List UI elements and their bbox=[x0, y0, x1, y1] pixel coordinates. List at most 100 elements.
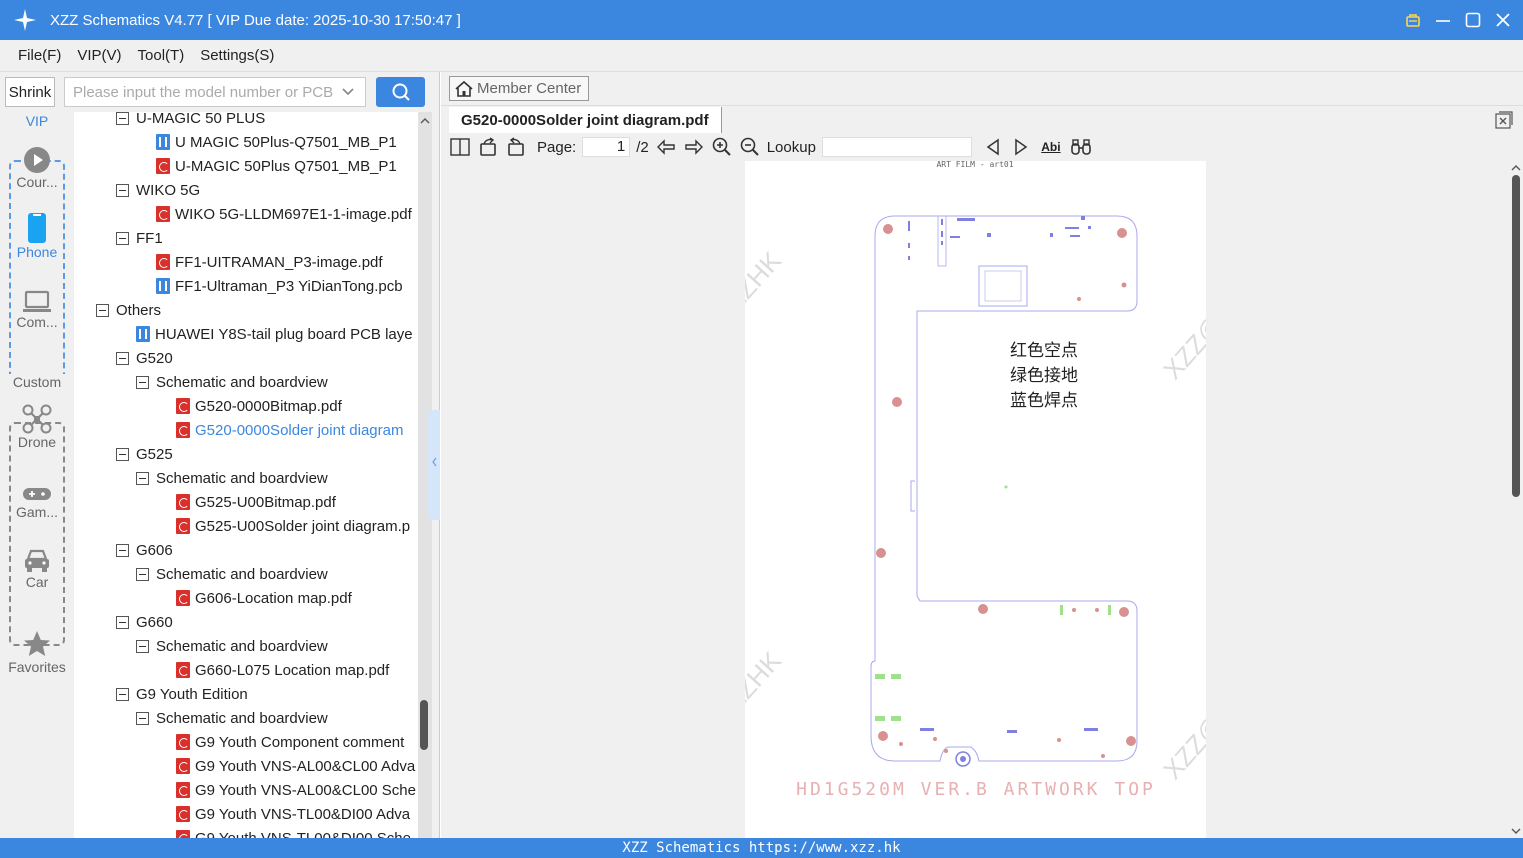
zoom-out-icon[interactable] bbox=[739, 136, 761, 158]
tree-item-label: U-MAGIC 50Plus Q7501_MB_P1 bbox=[175, 157, 397, 175]
tree-file[interactable]: WIKO 5G-LLDM697E1-1-image.pdf bbox=[156, 202, 412, 226]
menu-tool[interactable]: Tool(T) bbox=[130, 47, 193, 64]
tree-folder[interactable]: G520 bbox=[116, 346, 173, 370]
collapse-icon[interactable] bbox=[136, 567, 149, 581]
tree-file[interactable]: U MAGIC 50Plus-Q7501_MB_P1 bbox=[156, 130, 397, 154]
search-button[interactable] bbox=[376, 77, 425, 107]
document-viewer[interactable]: ART FILM - art01 XZZ@XZZHK XZZ@XZZHK XZZ… bbox=[441, 161, 1509, 838]
pdf-file-icon bbox=[176, 590, 190, 606]
tree-file[interactable]: G9 Youth VNS-AL00&CL00 Adva bbox=[176, 754, 415, 778]
zoom-in-icon[interactable] bbox=[711, 136, 733, 158]
tree-folder[interactable]: FF1 bbox=[116, 226, 163, 250]
tree-file[interactable]: G606-Location map.pdf bbox=[176, 586, 352, 610]
tree-file[interactable]: G520-0000Solder joint diagram bbox=[176, 418, 403, 442]
rotate-right-icon[interactable] bbox=[505, 136, 527, 158]
shrink-button[interactable]: Shrink bbox=[5, 77, 55, 107]
collapse-icon[interactable] bbox=[116, 447, 129, 461]
pdf-file-icon bbox=[176, 422, 190, 438]
tree-file[interactable]: G525-U00Solder joint diagram.p bbox=[176, 514, 410, 538]
member-center-label: Member Center bbox=[477, 80, 582, 97]
category-drone[interactable]: Drone bbox=[0, 400, 74, 450]
prev-page-icon[interactable] bbox=[655, 136, 677, 158]
lookup-input[interactable] bbox=[821, 137, 972, 157]
tree-folder[interactable]: U-MAGIC 50 PLUS bbox=[116, 112, 265, 130]
collapse-icon[interactable] bbox=[116, 183, 129, 197]
tree-folder[interactable]: Schematic and boardview bbox=[136, 634, 328, 658]
sidebar-toggle-icon[interactable] bbox=[449, 136, 471, 158]
collapse-icon[interactable] bbox=[96, 303, 109, 317]
tree-folder[interactable]: G660 bbox=[116, 610, 173, 634]
page-number-input[interactable]: 1 bbox=[582, 137, 631, 157]
menu-vip[interactable]: VIP(V) bbox=[69, 47, 129, 64]
find-prev-icon[interactable] bbox=[982, 136, 1004, 158]
tree-file[interactable]: G9 Youth Component comment bbox=[176, 730, 404, 754]
category-courses[interactable]: Cour... bbox=[0, 140, 74, 190]
tree-folder[interactable]: Schematic and boardview bbox=[136, 706, 328, 730]
collapse-icon[interactable] bbox=[116, 112, 129, 125]
tree-folder[interactable]: WIKO 5G bbox=[116, 178, 200, 202]
tree-folder[interactable]: Schematic and boardview bbox=[136, 466, 328, 490]
scroll-down-icon[interactable] bbox=[1509, 826, 1523, 838]
collapse-icon[interactable] bbox=[116, 351, 129, 365]
collapse-icon[interactable] bbox=[136, 639, 149, 653]
minimize-button[interactable] bbox=[1433, 10, 1453, 30]
collapse-icon[interactable] bbox=[136, 375, 149, 389]
member-center-button[interactable]: Member Center bbox=[449, 76, 589, 101]
tree-folder[interactable]: Others bbox=[96, 298, 161, 322]
menu-file[interactable]: File(F) bbox=[10, 47, 69, 64]
chevron-down-icon[interactable] bbox=[341, 85, 355, 103]
tree-file[interactable]: G9 Youth VNS-TL00&DI00 Sche bbox=[176, 826, 411, 838]
next-page-icon[interactable] bbox=[683, 136, 705, 158]
lock-icon[interactable] bbox=[1403, 10, 1423, 30]
menu-settings[interactable]: Settings(S) bbox=[192, 47, 282, 64]
viewer-scrollbar[interactable] bbox=[1509, 161, 1523, 838]
collapse-icon[interactable] bbox=[116, 687, 129, 701]
collapse-icon[interactable] bbox=[116, 543, 129, 557]
match-case-icon[interactable]: Abi bbox=[1038, 136, 1064, 158]
binoculars-icon[interactable] bbox=[1070, 136, 1092, 158]
tree-file[interactable]: FF1-UITRAMAN_P3-image.pdf bbox=[156, 250, 383, 274]
viewer-scroll-thumb[interactable] bbox=[1512, 175, 1520, 497]
tree-item-label: G606 bbox=[136, 541, 173, 559]
tree-file[interactable]: U-MAGIC 50Plus Q7501_MB_P1 bbox=[156, 154, 397, 178]
tree-folder[interactable]: Schematic and boardview bbox=[136, 562, 328, 586]
tree-folder[interactable]: G606 bbox=[116, 538, 173, 562]
tree-file[interactable]: FF1-Ultraman_P3 YiDianTong.pcb bbox=[156, 274, 403, 298]
vip-label: VIP bbox=[0, 113, 74, 129]
tree-file[interactable]: G9 Youth VNS-AL00&CL00 Sche bbox=[176, 778, 416, 802]
window-title: XZZ Schematics V4.77 [ VIP Due date: 202… bbox=[50, 11, 461, 29]
play-circle-icon bbox=[0, 140, 74, 174]
collapse-icon[interactable] bbox=[116, 231, 129, 245]
category-favorites[interactable]: Favorites bbox=[0, 625, 74, 675]
tree-folder[interactable]: G9 Youth Edition bbox=[116, 682, 248, 706]
collapse-icon[interactable] bbox=[136, 711, 149, 725]
category-phone[interactable]: Phone bbox=[0, 210, 74, 260]
collapse-icon[interactable] bbox=[116, 615, 129, 629]
search-input[interactable]: Please input the model number or PCB bbox=[64, 77, 366, 107]
pane-splitter[interactable] bbox=[428, 410, 440, 520]
find-next-icon[interactable] bbox=[1010, 136, 1032, 158]
scroll-up-icon[interactable] bbox=[418, 114, 432, 128]
category-games[interactable]: Gam... bbox=[0, 470, 74, 520]
tree-item-label: WIKO 5G bbox=[136, 181, 201, 199]
maximize-button[interactable] bbox=[1463, 10, 1483, 30]
scroll-up-icon[interactable] bbox=[1509, 161, 1523, 173]
pdf-file-icon bbox=[176, 830, 190, 838]
tree-folder[interactable]: Schematic and boardview bbox=[136, 370, 328, 394]
tree-scroll-thumb[interactable] bbox=[420, 700, 428, 750]
tree-file[interactable]: G660-L075 Location map.pdf bbox=[176, 658, 389, 682]
tree-file[interactable]: G520-0000Bitmap.pdf bbox=[176, 394, 342, 418]
document-tab[interactable]: G520-0000Solder joint diagram.pdf bbox=[449, 107, 722, 133]
tree-folder[interactable]: G525 bbox=[116, 442, 173, 466]
category-car[interactable]: Car bbox=[0, 540, 74, 590]
tree-file[interactable]: G9 Youth VNS-TL00&DI00 Adva bbox=[176, 802, 410, 826]
tree-file[interactable]: HUAWEI Y8S-tail plug board PCB laye bbox=[136, 322, 413, 346]
collapse-icon[interactable] bbox=[136, 471, 149, 485]
close-button[interactable] bbox=[1493, 10, 1513, 30]
pdf-file-icon bbox=[176, 518, 190, 534]
category-computer[interactable]: Com... bbox=[0, 280, 74, 330]
tree-file[interactable]: G525-U00Bitmap.pdf bbox=[176, 490, 336, 514]
rotate-left-icon[interactable] bbox=[477, 136, 499, 158]
close-tab-icon[interactable] bbox=[1495, 111, 1513, 129]
green-pads bbox=[875, 485, 1111, 721]
